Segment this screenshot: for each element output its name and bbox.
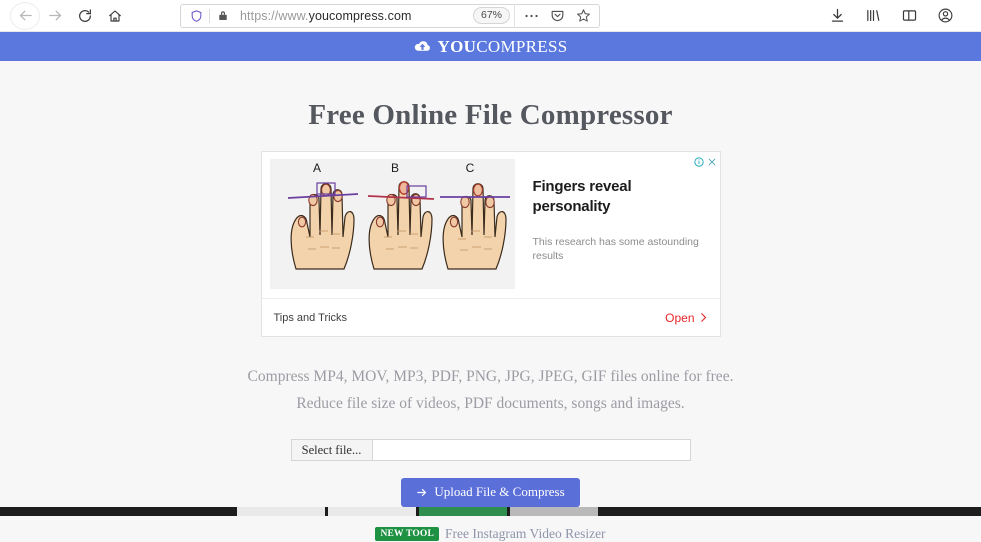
forward-button[interactable] xyxy=(40,2,70,30)
ad-text-column: Fingers reveal personality This research… xyxy=(515,159,712,289)
downloads-icon[interactable] xyxy=(825,4,849,28)
site-header: YOUCOMPRESS xyxy=(0,32,981,61)
url-scheme: https://www. xyxy=(240,8,309,23)
toolbar-right-icons xyxy=(825,4,971,28)
upload-and-compress-button[interactable]: Upload File & Compress xyxy=(401,478,580,507)
description-line-2: Reduce file size of videos, PDF document… xyxy=(296,395,685,412)
file-path-field[interactable] xyxy=(372,440,690,460)
arrow-right-icon xyxy=(417,488,427,496)
os-taskbar xyxy=(0,507,981,516)
ad-choices-controls xyxy=(693,154,717,172)
file-input-row[interactable]: Select file... xyxy=(290,439,691,461)
svg-text:B: B xyxy=(390,161,398,175)
cloud-upload-icon xyxy=(414,41,430,51)
taskbar-item[interactable] xyxy=(510,507,598,516)
page-title: Free Online File Compressor xyxy=(308,99,673,131)
logo-text-bold: YOU xyxy=(437,36,477,56)
adchoices-info-icon[interactable] xyxy=(693,154,704,172)
description-line-1: Compress MP4, MOV, MP3, PDF, PNG, JPG, J… xyxy=(247,368,734,385)
account-icon[interactable] xyxy=(933,4,957,28)
new-tool-badge: NEW TOOL xyxy=(375,527,440,541)
ad-open-label: Open xyxy=(665,310,695,325)
urlbar-actions xyxy=(514,3,595,28)
back-button[interactable] xyxy=(10,2,40,30)
arrow-left-icon xyxy=(19,10,32,21)
upload-button-label: Upload File & Compress xyxy=(434,484,565,499)
ad-subtext: This research has some astounding result… xyxy=(532,236,699,262)
sidebar-icon[interactable] xyxy=(897,4,921,28)
url-bar[interactable]: https://www.youcompress.com 67% xyxy=(180,3,600,28)
ad-open-link[interactable]: Open xyxy=(665,311,707,325)
ad-headline: Fingers reveal personality xyxy=(532,178,632,215)
site-logo[interactable]: YOUCOMPRESS xyxy=(414,37,568,57)
home-button[interactable] xyxy=(100,2,130,30)
logo-text-light: COMPRESS xyxy=(476,36,568,56)
logo-text: YOUCOMPRESS xyxy=(438,37,568,57)
ad-advertiser-name: Tips and Tricks xyxy=(273,311,348,324)
url-text[interactable]: https://www.youcompress.com xyxy=(234,9,473,23)
taskbar-item[interactable] xyxy=(237,507,325,516)
library-icon[interactable] xyxy=(861,4,885,28)
svg-text:C: C xyxy=(465,161,474,175)
advertisement-card[interactable]: A B C Fingers reveal personality This re… xyxy=(260,151,721,337)
arrow-right-icon xyxy=(48,10,61,21)
select-file-button[interactable]: Select file... xyxy=(291,440,373,460)
page-actions-menu-icon[interactable] xyxy=(519,4,543,28)
ad-footer: Tips and Tricks Open xyxy=(261,298,720,336)
ad-image: A B C xyxy=(269,159,515,289)
instagram-video-resizer-link[interactable]: Free Instagram Video Resizer xyxy=(445,526,606,542)
pocket-save-icon[interactable] xyxy=(545,4,569,28)
tracking-protection-shield-icon[interactable] xyxy=(185,9,207,23)
taskbar-item[interactable] xyxy=(328,507,416,516)
bookmark-star-icon[interactable] xyxy=(571,4,595,28)
lock-icon xyxy=(212,9,234,22)
upload-button-wrap: Upload File & Compress xyxy=(0,478,981,507)
page-content: Free Online File Compressor A B C Finger… xyxy=(0,61,981,541)
new-tool-row: NEW TOOL Free Instagram Video Resizer xyxy=(0,526,981,542)
home-icon xyxy=(109,9,121,22)
zoom-level-badge[interactable]: 67% xyxy=(472,7,510,24)
reload-button[interactable] xyxy=(70,2,100,30)
site-description: Compress MP4, MOV, MP3, PDF, PNG, JPG, J… xyxy=(0,363,981,417)
svg-text:A: A xyxy=(312,161,320,175)
urlbar-divider xyxy=(209,8,210,23)
url-domain: youcompress.com xyxy=(308,8,412,23)
taskbar-item[interactable] xyxy=(419,507,507,516)
reload-icon xyxy=(79,8,91,22)
ad-body: A B C Fingers reveal personality This re… xyxy=(262,152,720,289)
browser-toolbar: https://www.youcompress.com 67% xyxy=(0,0,981,32)
close-icon[interactable] xyxy=(707,154,717,172)
chevron-right-icon xyxy=(700,313,706,322)
three-hands-illustration: A B C xyxy=(269,159,515,289)
